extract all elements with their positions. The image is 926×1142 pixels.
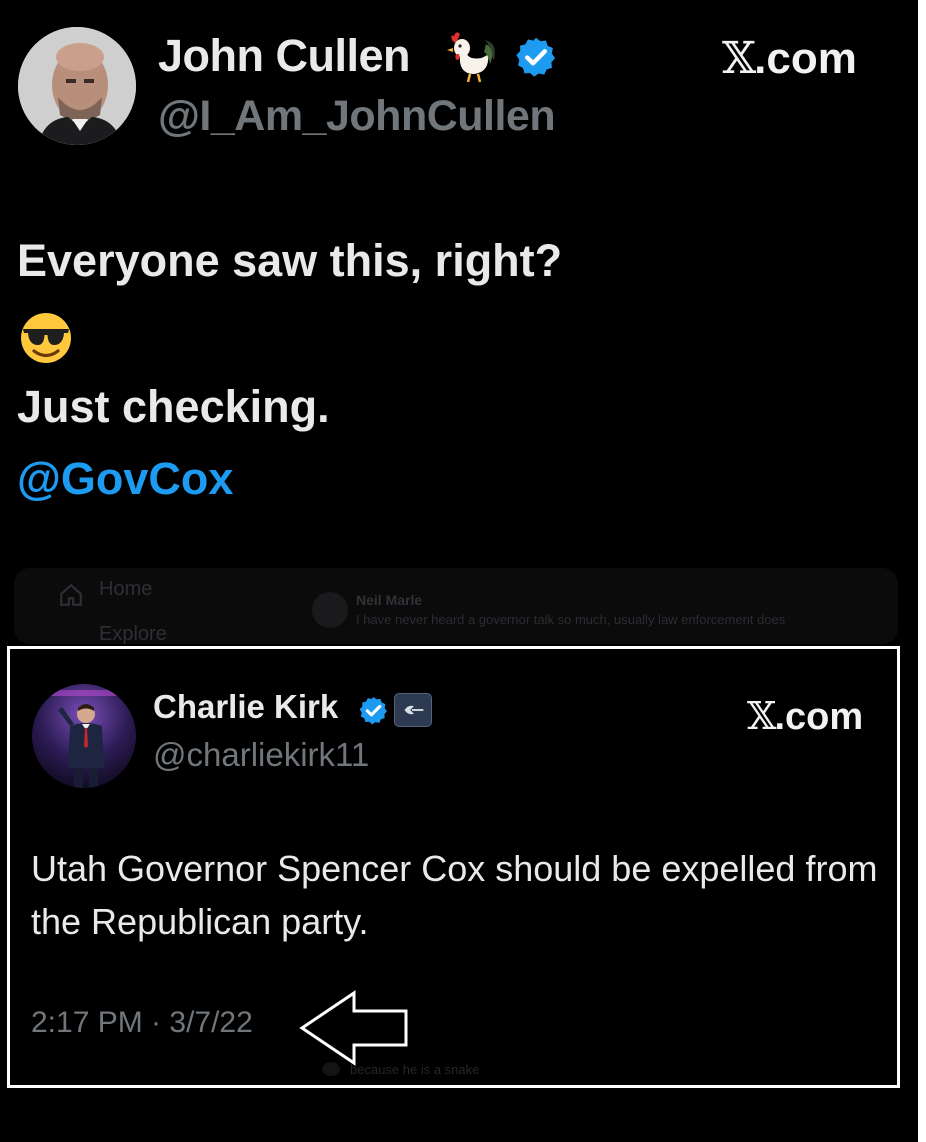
smiling-face-with-sunglasses-icon (21, 313, 71, 363)
quoted-author-handle[interactable]: @charliekirk11 (153, 736, 369, 774)
x-logo-icon: 𝕏 (722, 33, 756, 84)
background-tweet-text: I have never heard a governor talk so mu… (356, 612, 786, 627)
left-arrow-outline-icon (299, 990, 408, 1066)
background-avatar-bottom (322, 1062, 340, 1076)
quoted-tweet-card[interactable]: Charlie Kirk @charliekirk11 𝕏.com Utah G… (7, 646, 900, 1088)
background-author-name: Neil Marle (356, 592, 423, 608)
avatar-photo (18, 27, 136, 145)
tweet-text-line-3: Just checking. (17, 381, 330, 432)
nav-explore-label: Explore (99, 623, 167, 645)
nav-home-label: Home (99, 578, 153, 600)
quoted-tweet-text: Utah Governor Spencer Cox should be expe… (31, 848, 878, 942)
xcom-watermark-top: 𝕏.com (722, 33, 857, 84)
quoted-author-name[interactable]: Charlie Kirk (153, 688, 338, 726)
screenshot-canvas: John Cullen @I_Am_JohnCullen 𝕏.com Every… (0, 0, 918, 1142)
background-avatar (312, 592, 348, 628)
top-author-name[interactable]: John Cullen (158, 30, 411, 82)
xcom-suffix: .com (754, 34, 857, 83)
organization-logo-icon (404, 705, 424, 715)
tweet-text-line-1: Everyone saw this, right? (17, 235, 563, 286)
organization-badge-icon[interactable] (394, 693, 432, 727)
x-logo-icon: 𝕏 (747, 694, 777, 738)
verified-badge-icon (516, 37, 556, 77)
john-cullen-avatar[interactable] (18, 27, 136, 145)
xcom-watermark-quoted: 𝕏.com (747, 694, 863, 739)
home-icon (60, 583, 82, 606)
charlie-kirk-avatar[interactable] (32, 684, 136, 788)
background-twitter-ui: Home Explore Neil Marle I have never hea… (14, 568, 898, 645)
verified-badge-icon (359, 696, 387, 725)
mention-link[interactable]: @GovCox (17, 453, 233, 505)
background-bottom-text: because he is a snake (350, 1062, 480, 1077)
xcom-suffix: .com (774, 696, 864, 738)
rooster-emoji-icon (447, 32, 495, 83)
top-author-handle[interactable]: @I_Am_JohnCullen (158, 92, 556, 141)
avatar-photo (32, 684, 136, 788)
quoted-tweet-timestamp[interactable]: 2:17 PM · 3/7/22 (31, 1006, 253, 1040)
